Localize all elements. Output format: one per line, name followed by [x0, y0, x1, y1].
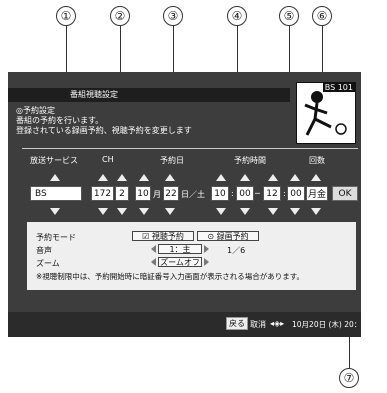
end-h-up-arrow[interactable] — [268, 174, 278, 181]
colon-1: : — [231, 189, 234, 198]
service-value[interactable]: BS — [30, 186, 82, 201]
header-repeat: 回数 — [309, 156, 325, 165]
audio-label: 音声 — [36, 246, 52, 255]
cancel-label: 取消 — [250, 320, 266, 329]
callout-2: ② — [110, 6, 130, 26]
record-reservation-option[interactable]: ⊙ 録画予約 — [197, 231, 259, 241]
audio-left-arrow[interactable] — [151, 245, 156, 253]
callout-4: ④ — [227, 6, 247, 26]
day-down-arrow[interactable] — [165, 208, 175, 215]
desc-line-3: 登録されている録画予約、視聴予約を変更します — [16, 126, 192, 135]
month-up-arrow[interactable] — [139, 174, 149, 181]
dpad-icon: ◂◈▸ — [270, 319, 285, 328]
ch2-up-arrow[interactable] — [117, 174, 127, 181]
header-ch: CH — [102, 155, 114, 164]
callout-3: ③ — [163, 6, 183, 26]
time-dash: ─ — [255, 189, 260, 198]
month-value[interactable]: 10 — [135, 186, 151, 201]
back-button[interactable]: 戻る — [226, 317, 248, 330]
callout-6: ⑥ — [312, 6, 332, 26]
start-m-up-arrow[interactable] — [240, 174, 250, 181]
service-down-arrow[interactable] — [50, 208, 60, 215]
title-bar — [8, 88, 290, 102]
audio-value[interactable]: 1：主 — [158, 244, 202, 254]
month-down-arrow[interactable] — [139, 208, 149, 215]
repeat-down-arrow[interactable] — [311, 208, 321, 215]
end-minute-value[interactable]: 00 — [287, 186, 305, 201]
callout-5: ⑤ — [279, 6, 299, 26]
end-hour-value[interactable]: 12 — [263, 186, 281, 201]
repeat-up-arrow[interactable] — [311, 174, 321, 181]
view-reservation-option[interactable]: ☑ 視聴予約 — [132, 231, 194, 241]
ch1-up-arrow[interactable] — [98, 174, 108, 181]
audio-count: 1／6 — [227, 246, 246, 255]
day-up-arrow[interactable] — [165, 174, 175, 181]
window-title: 番組視聴設定 — [70, 90, 118, 99]
end-h-down-arrow[interactable] — [268, 208, 278, 215]
day-value[interactable]: 22 — [163, 186, 179, 201]
ch2-down-arrow[interactable] — [117, 208, 127, 215]
program-thumbnail: BS 101 — [296, 82, 356, 144]
colon-2: : — [283, 189, 286, 198]
day-suffix: 日／土 — [181, 190, 205, 199]
current-datetime: 10月20日 (木) 20：45 — [292, 320, 371, 329]
mode-label: 予約モード — [36, 233, 76, 242]
month-unit: 月 — [153, 190, 161, 199]
ch1-down-arrow[interactable] — [98, 208, 108, 215]
ok-button[interactable]: OK — [332, 186, 358, 201]
end-m-up-arrow[interactable] — [290, 174, 300, 181]
callout-1: ① — [56, 6, 76, 26]
start-h-down-arrow[interactable] — [216, 208, 226, 215]
zoom-value[interactable]: ズームオフ — [158, 257, 202, 267]
repeat-display[interactable]: 月金 — [306, 186, 328, 201]
start-h-up-arrow[interactable] — [216, 174, 226, 181]
header-date: 予約日 — [160, 156, 184, 165]
start-m-down-arrow[interactable] — [240, 208, 250, 215]
callout-7: ⑦ — [339, 368, 359, 388]
channel-badge: BS 101 — [322, 83, 355, 92]
zoom-left-arrow[interactable] — [151, 258, 156, 266]
ch1-value[interactable]: 172 — [91, 186, 114, 201]
soccer-player-image — [304, 91, 347, 136]
service-up-arrow[interactable] — [50, 174, 60, 181]
ch2-value[interactable]: 2 — [115, 186, 129, 201]
zoom-label: ズーム — [36, 259, 60, 268]
header-service: 放送サービス — [30, 156, 78, 165]
audio-right-arrow[interactable] — [204, 245, 209, 253]
restriction-note: ※視聴制限中は、予約開始時に暗証番号入力画面が表示される場合があります。 — [36, 272, 305, 281]
zoom-right-arrow[interactable] — [204, 258, 209, 266]
header-time: 予約時間 — [234, 156, 266, 165]
end-m-down-arrow[interactable] — [290, 208, 300, 215]
start-hour-value[interactable]: 10 — [211, 186, 229, 201]
start-minute-value[interactable]: 00 — [236, 186, 254, 201]
